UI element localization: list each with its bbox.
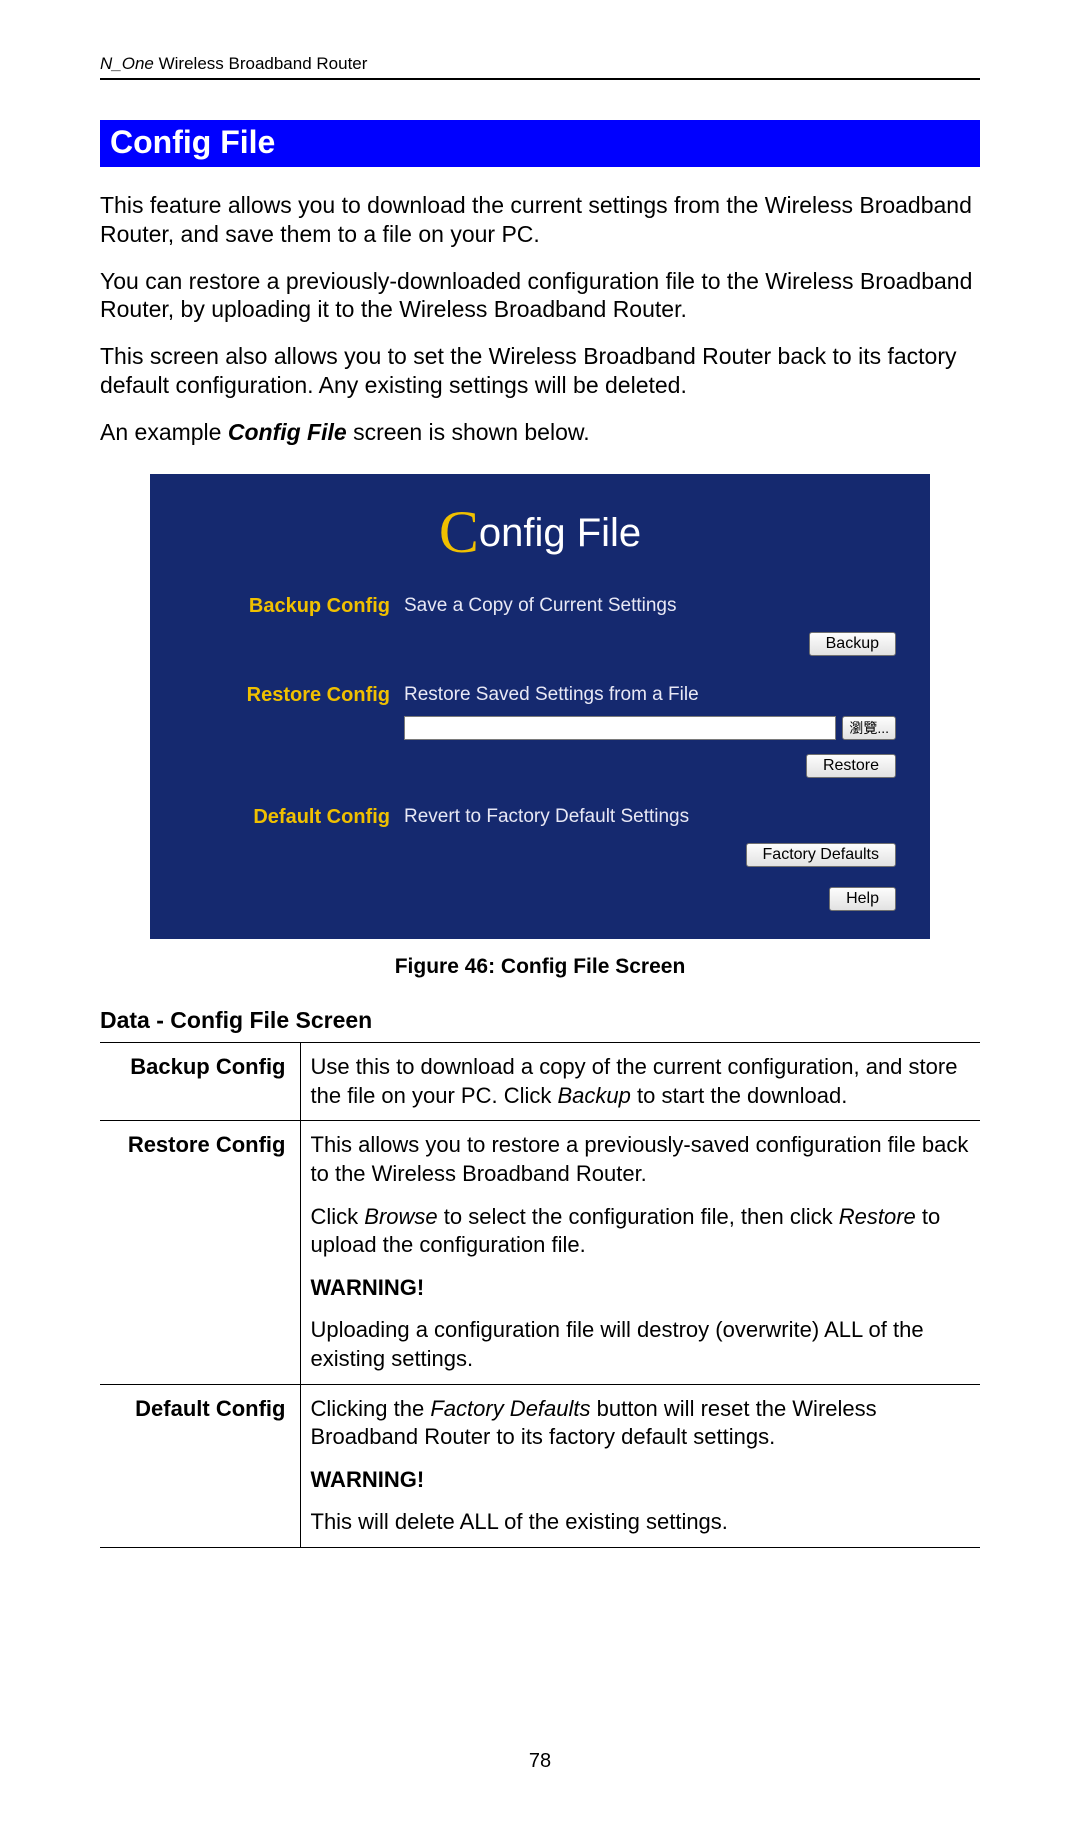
page-number: 78	[0, 1750, 1080, 1773]
panel-title-rest: onfig File	[479, 511, 641, 555]
intro-paragraph-3: This screen also allows you to set the W…	[100, 342, 980, 400]
restore-row-text: This allows you to restore a previously-…	[300, 1121, 980, 1384]
figure-caption: Figure 46: Config File Screen	[100, 955, 980, 979]
section-heading: Config File	[100, 120, 980, 167]
table-row: Default Config Clicking the Factory Defa…	[100, 1384, 980, 1547]
table-row: Restore Config This allows you to restor…	[100, 1121, 980, 1384]
data-table: Backup Config Use this to download a cop…	[100, 1042, 980, 1548]
intro-paragraph-2: You can restore a previously-downloaded …	[100, 267, 980, 325]
restore-config-label: Restore Config	[184, 682, 404, 707]
backup-config-label: Backup Config	[184, 593, 404, 618]
p4-part-a: An example	[100, 419, 228, 445]
restore-row-label: Restore Config	[100, 1121, 300, 1384]
panel-title-big-c: C	[439, 499, 479, 565]
restore-warning-text: Uploading a configuration file will dest…	[311, 1316, 971, 1373]
restore-button[interactable]: Restore	[806, 754, 896, 778]
table-row: Backup Config Use this to download a cop…	[100, 1043, 980, 1121]
running-header: N_One Wireless Broadband Router	[100, 54, 980, 80]
default-row-label: Default Config	[100, 1384, 300, 1547]
config-file-screenshot: Config File Backup Config Save a Copy of…	[150, 474, 930, 939]
default-row-text: Clicking the Factory Defaults button wil…	[300, 1384, 980, 1547]
default-warning-label: WARNING!	[311, 1466, 971, 1495]
product-name-rest: Wireless Broadband Router	[154, 54, 368, 73]
panel-title: Config File	[184, 498, 896, 567]
factory-defaults-button[interactable]: Factory Defaults	[746, 843, 896, 867]
default-config-label: Default Config	[184, 804, 404, 829]
intro-paragraph-1: This feature allows you to download the …	[100, 191, 980, 249]
restore-file-input[interactable]	[404, 716, 836, 740]
backup-button[interactable]: Backup	[809, 632, 896, 656]
browse-button[interactable]: 瀏覽...	[842, 716, 896, 740]
backup-row-label: Backup Config	[100, 1043, 300, 1121]
default-warning-text: This will delete ALL of the existing set…	[311, 1508, 971, 1537]
default-config-desc: Revert to Factory Default Settings	[404, 804, 896, 828]
help-button[interactable]: Help	[829, 887, 896, 911]
product-name-italic: N_One	[100, 54, 154, 73]
backup-config-desc: Save a Copy of Current Settings	[404, 593, 896, 617]
intro-paragraph-4: An example Config File screen is shown b…	[100, 418, 980, 447]
restore-warning-label: WARNING!	[311, 1274, 971, 1303]
data-table-heading: Data - Config File Screen	[100, 1007, 980, 1034]
p4-part-b: screen is shown below.	[347, 419, 590, 445]
p4-part-bi: Config File	[228, 419, 347, 445]
backup-row-text: Use this to download a copy of the curre…	[300, 1043, 980, 1121]
restore-config-desc: Restore Saved Settings from a File	[404, 682, 896, 706]
